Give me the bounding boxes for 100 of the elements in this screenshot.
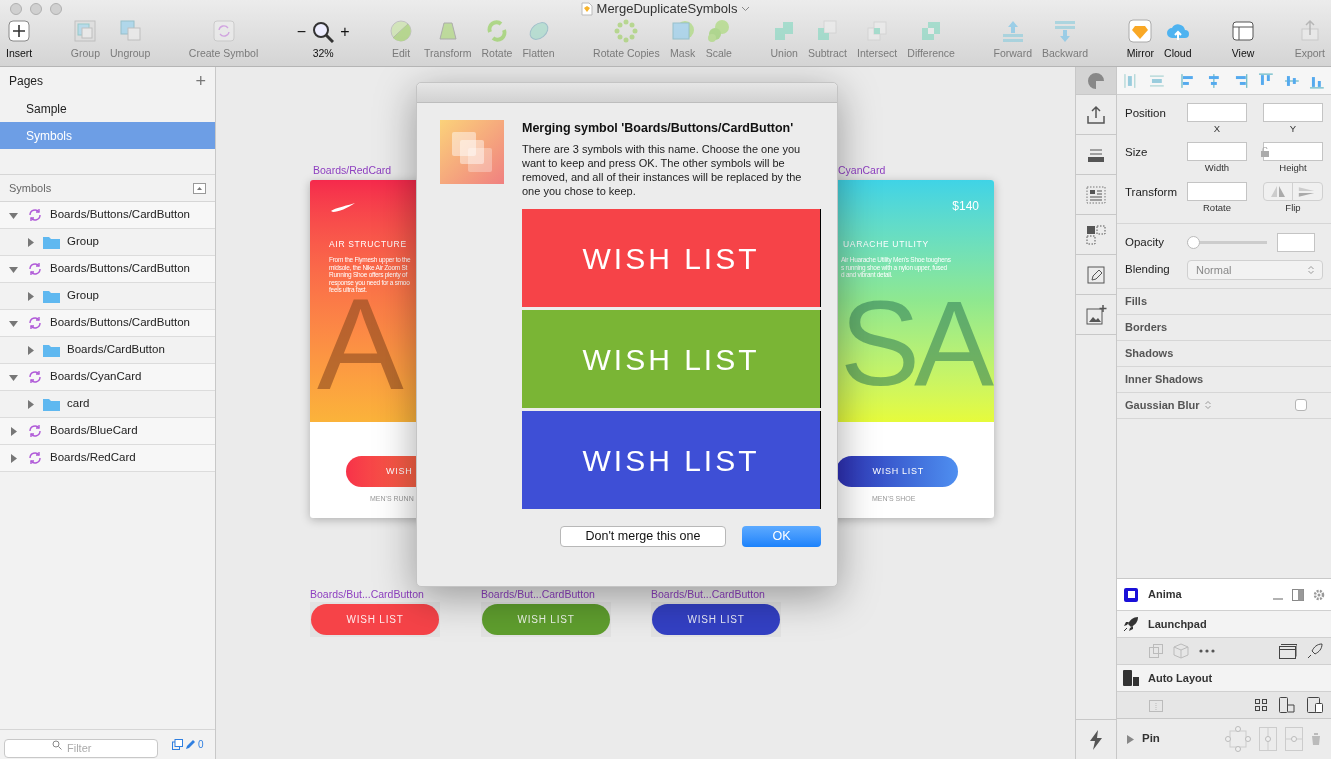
panel-icon[interactable] bbox=[1292, 588, 1304, 601]
symbol-icon bbox=[27, 207, 43, 223]
add-image-icon[interactable] bbox=[1085, 303, 1107, 326]
align-center-icon[interactable] bbox=[1206, 72, 1222, 89]
plus-icon bbox=[6, 18, 33, 45]
wish-list-button[interactable]: WISH LIST bbox=[836, 456, 958, 487]
ok-button[interactable]: OK bbox=[742, 526, 821, 547]
grid-icon[interactable] bbox=[1255, 699, 1267, 711]
pencil-icon bbox=[185, 739, 195, 750]
pin-vertical-icon[interactable] bbox=[1259, 727, 1277, 751]
input-field[interactable] bbox=[1263, 103, 1323, 122]
share-icon[interactable] bbox=[1085, 103, 1107, 126]
zoom-out-button[interactable]: − bbox=[296, 20, 307, 45]
disclosure-triangle-icon[interactable] bbox=[9, 453, 18, 463]
artboard-label[interactable]: Boards/But...CardButton bbox=[310, 587, 424, 603]
layer-name[interactable]: card bbox=[67, 395, 90, 413]
symbol-icon bbox=[210, 18, 237, 45]
disclosure-triangle-icon[interactable] bbox=[9, 264, 18, 274]
search-icon bbox=[52, 740, 62, 750]
disclosure-triangle-icon[interactable] bbox=[26, 291, 35, 301]
toolbar-button[interactable]: Cloud bbox=[1164, 18, 1192, 62]
disclosure-triangle-icon[interactable] bbox=[26, 237, 35, 247]
field-caption: Y bbox=[1289, 122, 1297, 136]
add-page-button[interactable]: + bbox=[195, 72, 206, 90]
symbol-icon bbox=[27, 423, 43, 439]
page-item[interactable]: Sample bbox=[0, 95, 215, 122]
phone-icon[interactable] bbox=[1279, 697, 1295, 713]
field-caption: Flip bbox=[1285, 200, 1301, 215]
zoom-in-button[interactable]: + bbox=[340, 20, 350, 45]
dots-circle-icon bbox=[613, 18, 640, 45]
lightning-icon[interactable] bbox=[1089, 729, 1103, 750]
window-control[interactable] bbox=[30, 3, 42, 16]
link-frame-icon[interactable] bbox=[1149, 644, 1163, 658]
collapse-icon bbox=[193, 182, 206, 194]
filter-field[interactable]: Filter bbox=[4, 738, 158, 758]
input-field[interactable] bbox=[1187, 181, 1247, 201]
checkbox[interactable] bbox=[1295, 399, 1307, 412]
input-field[interactable] bbox=[1187, 103, 1247, 122]
settings-icon[interactable] bbox=[1313, 588, 1325, 601]
disclosure-triangle-icon[interactable] bbox=[1127, 734, 1134, 744]
section-header[interactable]: Gaussian Blur bbox=[1125, 397, 1200, 414]
disclosure-triangle-icon[interactable] bbox=[26, 399, 35, 409]
browser-window-icon[interactable] bbox=[1279, 643, 1297, 659]
pin-horizontal-icon[interactable] bbox=[1285, 727, 1303, 751]
artboard-label[interactable]: Boards/But...CardButton bbox=[651, 587, 765, 603]
symbol-option[interactable]: WISH LIST bbox=[522, 209, 821, 307]
window-control[interactable] bbox=[10, 3, 22, 16]
blending-select[interactable]: Normal bbox=[1187, 259, 1323, 280]
artboard-label[interactable]: Boards/But...CardButton bbox=[481, 587, 595, 603]
page-item[interactable]: Symbols bbox=[0, 122, 215, 149]
flip-control[interactable] bbox=[1263, 181, 1323, 201]
artboard-label[interactable]: CyanCard bbox=[838, 163, 886, 179]
symbol-icon bbox=[27, 261, 43, 277]
text-block-icon[interactable] bbox=[1085, 183, 1107, 206]
disclosure-triangle-icon[interactable] bbox=[26, 345, 35, 355]
wish-list-button[interactable]: WISH LIST bbox=[311, 604, 439, 635]
toolbar-button[interactable]: Insert bbox=[6, 18, 33, 62]
panel-title: Anima bbox=[1148, 587, 1182, 603]
pencil-frame-icon[interactable] bbox=[1085, 263, 1107, 286]
more-icon[interactable] bbox=[1199, 649, 1215, 653]
section-header[interactable]: Borders bbox=[1117, 314, 1331, 341]
pin-all-icon[interactable] bbox=[1225, 726, 1251, 752]
input-field[interactable] bbox=[1263, 142, 1323, 162]
field-caption: Height bbox=[1279, 161, 1307, 176]
search-icon bbox=[312, 21, 335, 44]
zoom-level: 32% bbox=[312, 46, 334, 62]
section-header[interactable]: Fills bbox=[1117, 288, 1331, 315]
input-field[interactable] bbox=[1277, 232, 1315, 252]
disclosure-triangle-icon[interactable] bbox=[9, 372, 18, 382]
disclosure-triangle-icon[interactable] bbox=[9, 426, 18, 436]
section-header[interactable]: Inner Shadows bbox=[1117, 366, 1331, 393]
layer-name[interactable]: Boards/CardButton bbox=[67, 341, 165, 359]
disclosure-triangle-icon[interactable] bbox=[9, 210, 18, 220]
cancel-button[interactable]: Don't merge this one bbox=[560, 526, 726, 547]
square-logo-icon bbox=[1123, 586, 1139, 603]
distribute-vertical-icon[interactable] bbox=[1148, 72, 1165, 89]
folder-icon bbox=[43, 343, 60, 357]
group-icon bbox=[72, 18, 99, 45]
grid-select-icon[interactable] bbox=[1085, 223, 1107, 246]
folder-frame-icon[interactable] bbox=[1149, 698, 1163, 712]
section-header[interactable]: Shadows bbox=[1117, 340, 1331, 367]
toolbar-button[interactable]: View bbox=[1230, 18, 1257, 62]
layer-name[interactable]: Group bbox=[67, 287, 99, 305]
wish-list-button[interactable]: WISH LIST bbox=[482, 604, 610, 635]
toolbar-button[interactable]: Mirror bbox=[1126, 18, 1155, 62]
edit-icon bbox=[388, 18, 415, 45]
slider-thumb[interactable] bbox=[1187, 235, 1200, 249]
cube-icon[interactable] bbox=[1173, 643, 1189, 659]
tablet-icon[interactable] bbox=[1307, 697, 1323, 713]
wish-list-button[interactable]: WISH LIST bbox=[652, 604, 780, 635]
symbol-option[interactable]: WISH LIST bbox=[522, 411, 821, 509]
disclosure-triangle-icon[interactable] bbox=[9, 318, 18, 328]
input-field[interactable] bbox=[1187, 142, 1247, 162]
artboard-label[interactable]: Boards/RedCard bbox=[313, 163, 392, 179]
window-control[interactable] bbox=[50, 3, 62, 16]
layer-name[interactable]: Group bbox=[67, 233, 99, 251]
card-heading: AIR STRUCTURE bbox=[329, 238, 407, 251]
trash-icon[interactable] bbox=[1311, 733, 1321, 745]
folder-icon bbox=[43, 289, 60, 303]
folder-icon bbox=[43, 397, 60, 411]
